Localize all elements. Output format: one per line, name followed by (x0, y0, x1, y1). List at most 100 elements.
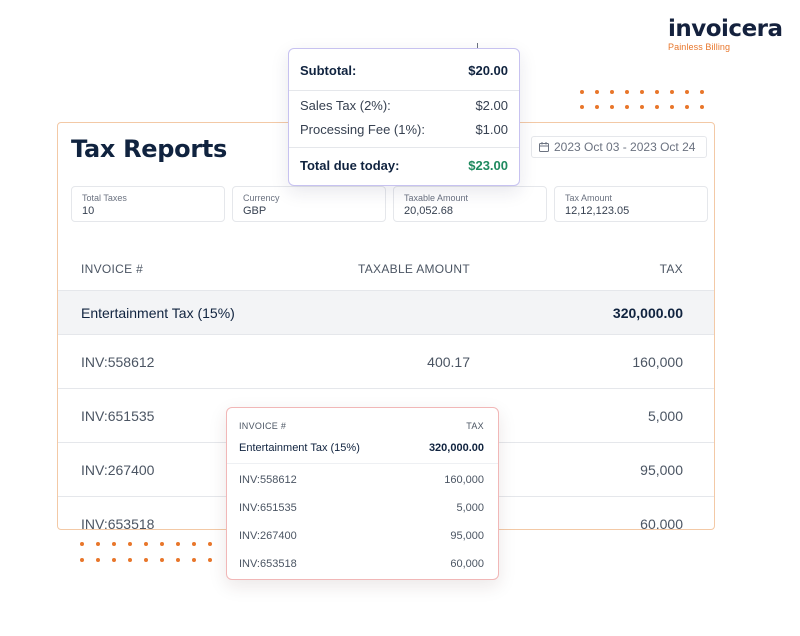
column-header-tax[interactable]: TAX (660, 262, 683, 276)
decorative-dot (176, 558, 180, 562)
decorative-dot (208, 558, 212, 562)
decorative-dot (655, 105, 659, 109)
decorative-dots-bottom-left (80, 542, 212, 562)
sales-tax-line: Sales Tax (2%): $2.00 (300, 98, 508, 113)
group-total: 320,000.00 (612, 304, 683, 321)
taxable-amount: 400.17 (427, 353, 470, 370)
decorative-dot (685, 90, 689, 94)
decorative-dot (160, 542, 164, 546)
decorative-dot (176, 542, 180, 546)
decorative-dot (112, 558, 116, 562)
decorative-dot (80, 542, 84, 546)
page-title: Tax Reports (71, 135, 228, 163)
decorative-dot (580, 105, 584, 109)
decorative-dot (700, 90, 704, 94)
stat-value: 20,052.68 (404, 205, 453, 217)
decorative-dot (112, 542, 116, 546)
stat-value: 10 (82, 205, 95, 217)
decorative-dot (144, 558, 148, 562)
decorative-dot (128, 558, 132, 562)
decorative-dot (670, 105, 674, 109)
brand-tagline: Painless Billing (668, 42, 731, 52)
sales-tax-label: Sales Tax (2%): (300, 98, 391, 113)
invoice-number[interactable]: INV:267400 (81, 462, 154, 478)
mini-table-header: INVOICE # TAX (239, 421, 484, 431)
invoice-number[interactable]: INV:651535 (81, 408, 154, 424)
stat-total-taxes: Total Taxes 10 (71, 186, 225, 222)
decorative-dot (595, 90, 599, 94)
list-item[interactable]: INV:267400 95,000 (239, 530, 484, 542)
total-value: $23.00 (468, 158, 508, 173)
decorative-dot (580, 90, 584, 94)
decorative-dot (208, 542, 212, 546)
mini-group-total: 320,000.00 (428, 442, 484, 454)
list-item[interactable]: INV:653518 60,000 (239, 558, 484, 570)
invoice-number[interactable]: INV:558612 (81, 354, 154, 370)
mini-tax: 5,000 (456, 502, 484, 514)
decorative-dot (625, 90, 629, 94)
decorative-dot (128, 542, 132, 546)
brand-logo: invoicera Painless Billing (668, 16, 790, 52)
tax-amount: 160,000 (632, 353, 683, 370)
tax-detail-card: INVOICE # TAX Entertainment Tax (15%) 32… (226, 407, 499, 580)
stat-label: Currency (243, 193, 280, 203)
decorative-dot (640, 105, 644, 109)
total-label: Total due today: (300, 158, 400, 173)
group-name: Entertainment Tax (15%) (81, 304, 235, 321)
decorative-dot (144, 542, 148, 546)
date-range-picker[interactable]: 2023 Oct 03 - 2023 Oct 24 (531, 136, 707, 158)
stat-label: Total Taxes (82, 193, 127, 203)
invoice-number[interactable]: INV:653518 (81, 516, 154, 530)
list-item[interactable]: INV:558612 160,000 (239, 474, 484, 486)
mini-tax: 95,000 (450, 530, 484, 542)
decorative-dot (96, 558, 100, 562)
total-line: Total due today: $23.00 (300, 158, 508, 173)
divider (289, 90, 519, 91)
decorative-dot (700, 105, 704, 109)
decorative-dot (80, 558, 84, 562)
list-item[interactable]: INV:651535 5,000 (239, 502, 484, 514)
table-group-row[interactable]: Entertainment Tax (15%) 320,000.00 (58, 290, 714, 334)
stat-value: GBP (243, 205, 267, 217)
decorative-dot (160, 558, 164, 562)
tax-amount: 5,000 (647, 407, 683, 424)
mini-tax: 60,000 (450, 558, 484, 570)
mini-invoice: INV:267400 (239, 530, 297, 542)
decorative-dot (655, 90, 659, 94)
processing-fee-label: Processing Fee (1%): (300, 122, 425, 137)
decorative-dot (595, 105, 599, 109)
subtotal-value: $20.00 (468, 63, 508, 78)
mini-group-row: Entertainment Tax (15%) 320,000.00 (239, 442, 484, 454)
mini-invoice: INV:651535 (239, 502, 297, 514)
calendar-icon (539, 142, 549, 152)
decorative-dot (625, 105, 629, 109)
decorative-dots-top-right (580, 90, 704, 109)
stat-currency: Currency GBP (232, 186, 386, 222)
mini-group-name: Entertainment Tax (15%) (239, 442, 360, 454)
brand-name: invoicera (668, 16, 783, 42)
table-header: INVOICE # TAXABLE AMOUNT TAX (58, 247, 714, 290)
mini-invoice: INV:558612 (239, 474, 297, 486)
decorative-dot (610, 105, 614, 109)
subtotal-line: Subtotal: $20.00 (300, 63, 508, 78)
column-header-invoice[interactable]: INVOICE # (81, 262, 143, 276)
subtotal-label: Subtotal: (300, 63, 357, 78)
mini-column-tax: TAX (466, 421, 484, 431)
processing-fee-line: Processing Fee (1%): $1.00 (300, 122, 508, 137)
stat-taxable-amount: Taxable Amount 20,052.68 (393, 186, 547, 222)
tax-amount: 60,000 (640, 515, 683, 530)
decorative-dot (192, 558, 196, 562)
column-header-taxable-amount[interactable]: TAXABLE AMOUNT (358, 262, 470, 276)
divider (227, 463, 498, 464)
stat-tax-amount: Tax Amount 12,12,123.05 (554, 186, 708, 222)
stats-row: Total Taxes 10 Currency GBP Taxable Amou… (71, 186, 708, 222)
table-row[interactable]: INV:558612 400.17 160,000 (58, 334, 714, 388)
mini-tax: 160,000 (444, 474, 484, 486)
decorative-dot (610, 90, 614, 94)
decorative-dot (685, 105, 689, 109)
payment-summary-card: Subtotal: $20.00 Sales Tax (2%): $2.00 P… (288, 48, 520, 186)
stat-value: 12,12,123.05 (565, 205, 630, 217)
decorative-dot (96, 542, 100, 546)
stat-label: Tax Amount (565, 193, 613, 203)
tax-amount: 95,000 (640, 461, 683, 478)
